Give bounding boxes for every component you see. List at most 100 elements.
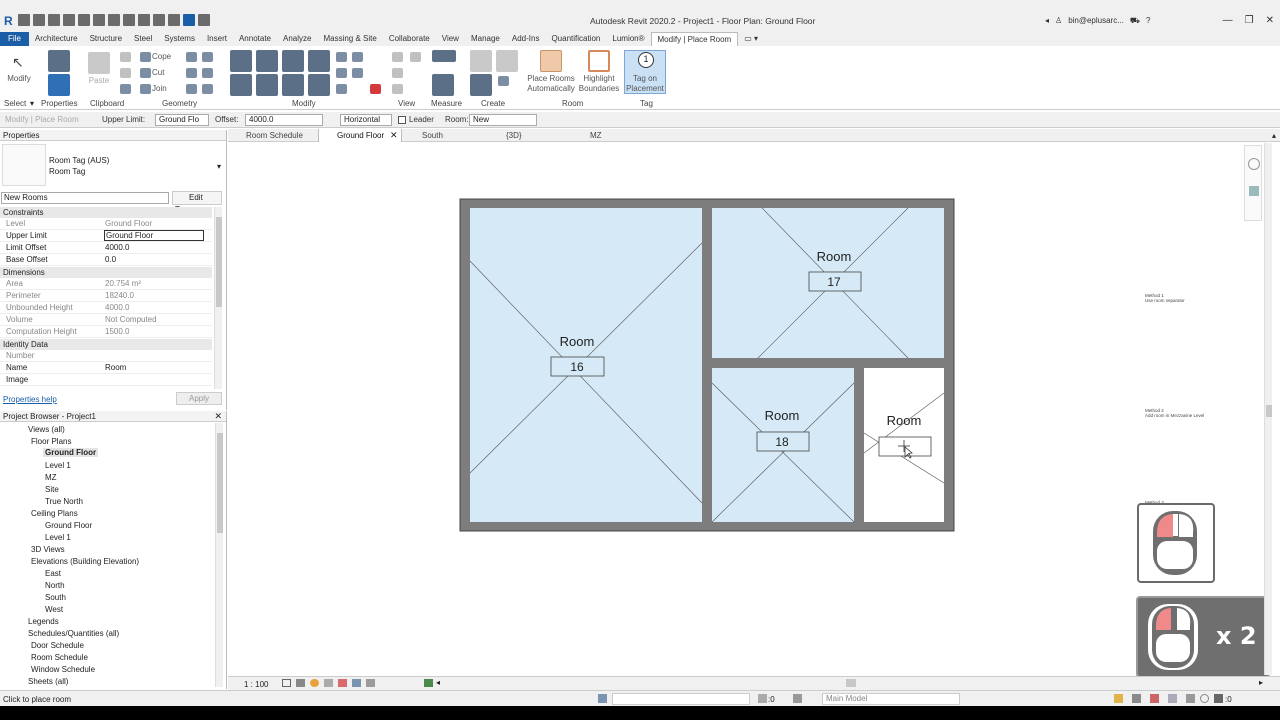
mirror-draw-icon[interactable]: [308, 50, 330, 72]
temporary-hide-icon[interactable]: [352, 679, 361, 687]
tree-south[interactable]: South: [45, 593, 66, 602]
prop-number[interactable]: Number: [0, 350, 212, 362]
dimension-icon[interactable]: [123, 14, 135, 26]
tab-quantification[interactable]: Quantification: [545, 32, 606, 46]
prop-value[interactable]: Ground Floor: [104, 230, 204, 241]
geometry-tool-1-icon[interactable]: [186, 52, 197, 62]
room-select[interactable]: New: [469, 114, 537, 126]
geometry-tool-2-icon[interactable]: [186, 68, 197, 78]
modify-button[interactable]: Modify: [6, 74, 32, 84]
highlight-boundaries-icon[interactable]: [588, 50, 610, 72]
cope-icon[interactable]: [140, 52, 151, 62]
horizontal-scroll-right-icon[interactable]: ▸: [1259, 678, 1263, 687]
array-icon[interactable]: [336, 68, 347, 78]
tab-systems[interactable]: Systems: [158, 32, 201, 46]
create-assembly-icon[interactable]: [470, 50, 492, 72]
rotate-icon[interactable]: [282, 74, 304, 96]
tab-steel[interactable]: Steel: [128, 32, 158, 46]
type-properties-icon[interactable]: [48, 50, 70, 72]
place-rooms-label-2[interactable]: Automatically: [522, 84, 580, 94]
measure-icon[interactable]: [108, 14, 120, 26]
prop-level[interactable]: Level Ground Floor: [0, 218, 212, 230]
upper-limit-select[interactable]: Ground Flo: [155, 114, 209, 126]
temp-view-properties-icon[interactable]: [424, 679, 433, 687]
tab-massing-site[interactable]: Massing & Site: [317, 32, 382, 46]
geometry-tool-4-icon[interactable]: [202, 52, 213, 62]
undo-icon[interactable]: [63, 14, 75, 26]
measure-along-icon[interactable]: [432, 74, 454, 96]
select-links-icon[interactable]: [1114, 694, 1123, 703]
tab-annotate[interactable]: Annotate: [233, 32, 277, 46]
group-dimensions[interactable]: Dimensions: [0, 267, 212, 278]
properties-scrollbar[interactable]: [214, 207, 222, 389]
view-tab-3d[interactable]: {3D}: [488, 129, 568, 142]
tab-manage[interactable]: Manage: [465, 32, 506, 46]
group-constraints[interactable]: Constraints: [0, 207, 212, 218]
tree-legends[interactable]: Legends: [28, 617, 59, 626]
tab-collaborate[interactable]: Collaborate: [383, 32, 436, 46]
background-process-icon[interactable]: [1200, 694, 1209, 703]
editing-requests-icon[interactable]: [758, 694, 767, 703]
tab-modify-place-room[interactable]: Modify | Place Room: [650, 32, 739, 46]
reveal-hidden-icon[interactable]: [366, 679, 375, 687]
browser-close-icon[interactable]: ✕: [214, 411, 222, 422]
user-name[interactable]: bin@eplusarc...: [1068, 16, 1124, 26]
geometry-tool-5-icon[interactable]: [202, 68, 213, 78]
paste-icon[interactable]: [88, 52, 110, 74]
tree-ceiling-ground-floor[interactable]: Ground Floor: [45, 521, 92, 530]
browser-scrollbar[interactable]: [215, 423, 223, 687]
prop-name[interactable]: Name Room: [0, 362, 212, 374]
help-icon[interactable]: ?: [1146, 16, 1150, 26]
close-button[interactable]: ✕: [1266, 15, 1274, 26]
tree-door-schedule[interactable]: Door Schedule: [31, 641, 84, 650]
ribbon-options-icon[interactable]: ▭ ▾: [738, 32, 764, 46]
copy-element-icon[interactable]: [256, 74, 278, 96]
create-group-icon[interactable]: [470, 74, 492, 96]
view-tab-room-schedule[interactable]: Room Schedule: [228, 129, 318, 142]
join-icon[interactable]: [140, 84, 151, 94]
type-family-label[interactable]: Room Tag (AUS): [49, 156, 109, 165]
type-selector-arrow[interactable]: ▾: [217, 162, 221, 171]
tree-floor-plans[interactable]: Floor Plans: [31, 437, 71, 446]
view-tab-south[interactable]: South: [404, 129, 484, 142]
tree-north[interactable]: North: [45, 581, 65, 590]
group-identity[interactable]: Identity Data: [0, 339, 212, 350]
prop-image[interactable]: Image: [0, 374, 212, 386]
move-icon[interactable]: [230, 74, 252, 96]
prop-area[interactable]: Area 20.754 m²: [0, 278, 212, 290]
prop-volume[interactable]: Volume Not Computed: [0, 314, 212, 326]
tree-schedules[interactable]: Schedules/Quantities (all): [28, 629, 119, 638]
design-option-select[interactable]: Main Model: [822, 693, 960, 705]
scale-label[interactable]: 1 : 100: [244, 680, 268, 689]
trim-extend-icon[interactable]: [308, 74, 330, 96]
tree-room-schedule[interactable]: Room Schedule: [31, 653, 88, 662]
workset-select[interactable]: [612, 693, 750, 705]
split-icon[interactable]: [336, 52, 347, 62]
copy-icon[interactable]: [120, 68, 131, 78]
tree-site[interactable]: Site: [45, 485, 59, 494]
zoom-icon[interactable]: [1249, 186, 1259, 196]
tab-lumion[interactable]: Lumion®: [606, 32, 650, 46]
modify-cursor-icon[interactable]: ↖: [12, 54, 24, 70]
tabs-overflow-icon[interactable]: ▴: [1272, 131, 1276, 140]
select-dropdown-icon[interactable]: ▾: [30, 99, 34, 108]
thin-lines-icon[interactable]: [183, 14, 195, 26]
highlight-label-2[interactable]: Boundaries: [574, 84, 624, 94]
tab-add-ins[interactable]: Add-Ins: [506, 32, 546, 46]
tree-ceiling-plans[interactable]: Ceiling Plans: [31, 509, 78, 518]
apply-button[interactable]: Apply: [176, 392, 222, 405]
tab-analyze[interactable]: Analyze: [277, 32, 317, 46]
tree-mz[interactable]: MZ: [45, 473, 57, 482]
steering-wheel-icon[interactable]: [1248, 158, 1260, 170]
floor-plan[interactable]: Room 16 Room 17 Room 18 Room Method 1 Us…: [228, 143, 1272, 675]
tree-ground-floor[interactable]: Ground Floor: [43, 448, 99, 457]
create-similar-icon[interactable]: [498, 76, 509, 86]
create-parts-icon[interactable]: [496, 50, 518, 72]
view-tool-4-icon[interactable]: [410, 52, 421, 62]
prop-base-offset[interactable]: Base Offset 0.0: [0, 254, 212, 266]
cut-button[interactable]: Cut: [152, 68, 164, 78]
prop-upper-limit[interactable]: Upper Limit Ground Floor: [0, 230, 212, 242]
cut-icon[interactable]: [120, 52, 131, 62]
worksets-icon[interactable]: [598, 694, 607, 703]
view-tool-2-icon[interactable]: [392, 68, 403, 78]
